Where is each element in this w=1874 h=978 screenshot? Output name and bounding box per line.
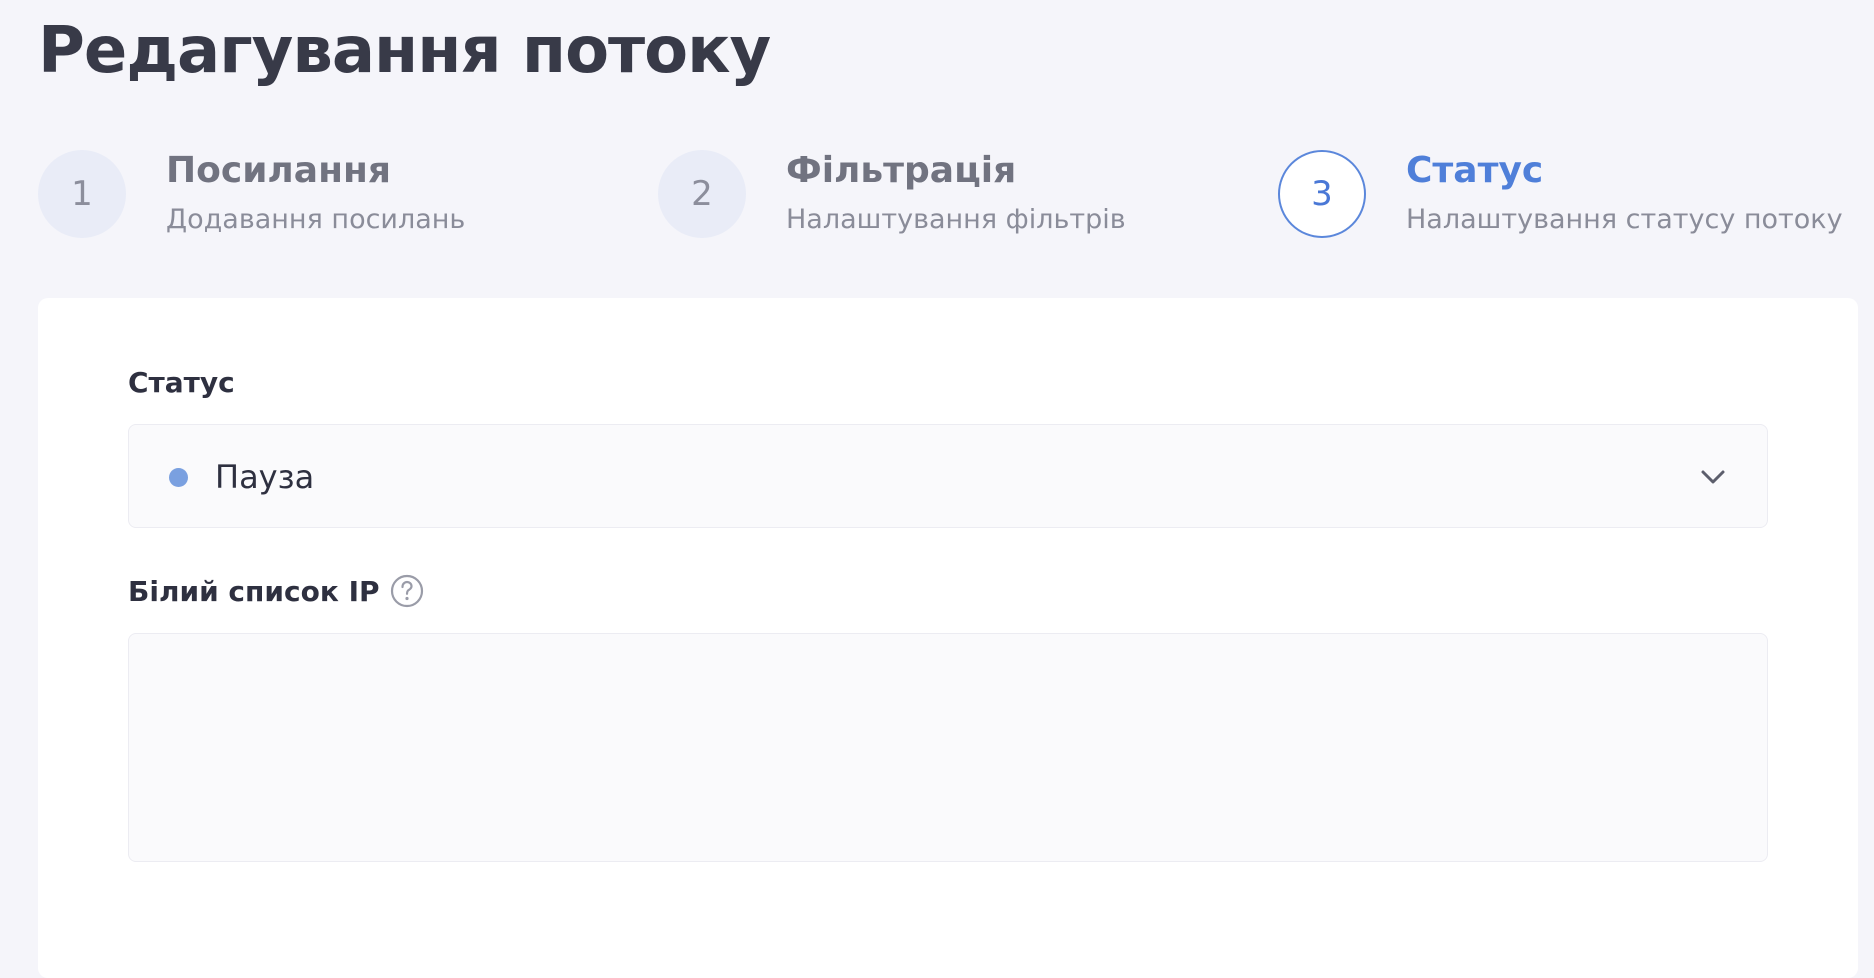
status-select-value: Пауза [215,458,315,496]
whitelist-label: Білий список IP [128,574,380,608]
step-title: Посилання [166,150,391,191]
ip-whitelist-textarea[interactable] [128,633,1768,862]
question-circle-icon[interactable] [390,574,424,608]
form-card: Статус Пауза Білий список IP [38,298,1858,978]
step-title: Статус [1406,150,1544,191]
step-number: 2 [658,150,746,238]
status-dot [169,468,188,487]
step-subtitle: Налаштування статусу потоку [1406,204,1843,235]
status-label: Статус [128,366,235,399]
status-select[interactable]: Пауза [128,424,1768,528]
step-title: Фільтрація [786,150,1017,191]
whitelist-label-row: Білий список IP [128,574,424,608]
step-subtitle: Додавання посилань [166,204,466,235]
step-subtitle: Налаштування фільтрів [786,204,1126,235]
step-number: 3 [1278,150,1366,238]
chevron-down-icon [1701,470,1725,484]
step-number: 1 [38,150,126,238]
stepper: 1 Посилання Додавання посилань 2 Фільтра… [38,148,1848,240]
page-title: Редагування потоку [38,14,771,88]
